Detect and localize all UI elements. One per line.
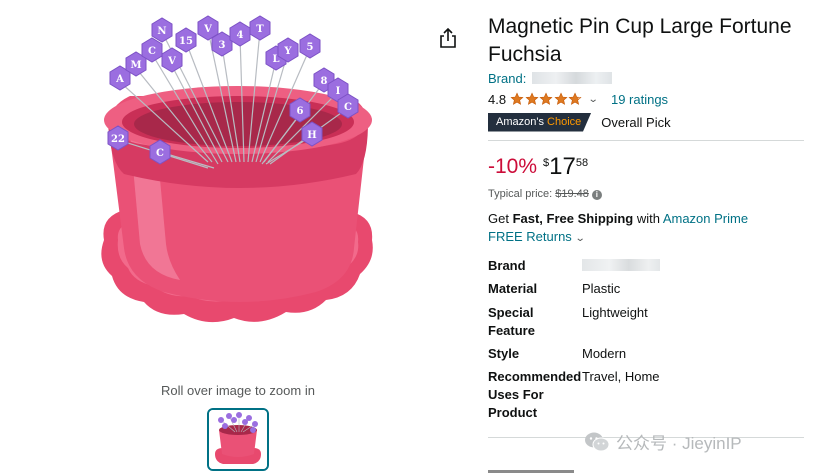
amazon-prime-link[interactable]: Amazon Prime <box>663 211 748 226</box>
brand-label: Brand: <box>488 71 530 86</box>
spec-value <box>582 257 660 275</box>
watermark-text: 公众号 · JieyinIP <box>616 434 742 453</box>
svg-text:8: 8 <box>321 76 328 87</box>
price-fraction: 58 <box>575 157 589 169</box>
svg-text:M: M <box>130 60 141 71</box>
shipping-prefix: Get <box>488 211 513 226</box>
star-icon <box>510 92 524 105</box>
spec-key: Style <box>488 346 520 361</box>
svg-text:T: T <box>256 24 264 35</box>
shipping-line: Get Fast, Free Shipping with Amazon Prim… <box>488 211 748 226</box>
typical-price-label: Typical price: <box>488 188 556 200</box>
svg-text:Y: Y <box>283 46 292 57</box>
svg-text:4: 4 <box>237 30 244 41</box>
divider <box>488 140 804 141</box>
star-icon <box>568 92 582 105</box>
star-icon <box>539 92 553 105</box>
svg-text:V: V <box>167 56 176 67</box>
discount-percent: -10% <box>488 155 538 178</box>
spec-value: Plastic <box>582 281 621 296</box>
watermark: 公众号 · JieyinIP <box>584 429 742 454</box>
product-title: Magnetic Pin Cup Large Fortune Fuchsia <box>488 15 792 66</box>
typical-price: Typical price: $19.48 i <box>488 188 602 200</box>
svg-text:5: 5 <box>307 42 314 53</box>
amazons-choice-badge[interactable]: Amazon's Choice <box>488 112 592 132</box>
svg-text:A: A <box>115 74 124 85</box>
spec-value: Travel, Home <box>582 369 660 384</box>
svg-text:22: 22 <box>111 134 125 145</box>
spec-key: Brand <box>488 258 526 273</box>
overall-pick-label: Overall Pick <box>601 114 671 130</box>
badge-suffix: Choice <box>547 115 582 128</box>
svg-text:C: C <box>148 46 156 57</box>
image-gallery: AMC V N 15 V34 TLY 58I C6H 22 C Roll over i… <box>0 0 440 474</box>
svg-text:6: 6 <box>297 106 304 117</box>
brand-link[interactable]: Brand: <box>488 71 612 86</box>
rating-value: 4.8 <box>488 91 507 107</box>
svg-text:C: C <box>344 102 352 113</box>
price-whole: 17 <box>549 153 576 180</box>
spec-value: Lightweight <box>582 305 648 320</box>
choice-row: Amazon's Choice Overall Pick <box>488 112 671 132</box>
star-rating-icons[interactable] <box>510 92 583 106</box>
svg-text:I: I <box>336 86 341 97</box>
star-icon <box>525 92 539 105</box>
svg-text:3: 3 <box>219 40 226 51</box>
wechat-icon <box>585 432 610 451</box>
svg-text:L: L <box>272 54 279 65</box>
star-icon <box>554 92 568 105</box>
typical-price-value: $19.48 <box>555 188 589 200</box>
price-block: -10% $ 17 58 <box>488 153 588 181</box>
svg-text:V: V <box>203 24 212 35</box>
svg-text:H: H <box>307 130 316 141</box>
svg-text:C: C <box>156 148 164 159</box>
svg-text:N: N <box>157 26 166 37</box>
badge-prefix: Amazon's <box>496 115 548 128</box>
info-icon[interactable]: i <box>591 190 602 200</box>
shipping-middle: with <box>633 211 663 226</box>
free-returns-link[interactable]: FREE Returns ⌄ <box>488 229 586 244</box>
product-main-image[interactable]: AMC VN15 V34 TLY 58I C6H 22C <box>90 12 386 374</box>
zoom-hint: Roll over image to zoom in <box>161 383 315 398</box>
free-returns-label: FREE Returns <box>488 229 572 244</box>
spec-key: Special Feature <box>488 305 535 338</box>
share-icon[interactable] <box>438 27 458 49</box>
cut-off-heading <box>488 464 578 474</box>
redacted-brand-value <box>582 259 660 271</box>
rating-chevron-icon[interactable]: ⌄ <box>587 94 598 105</box>
spec-key: Material <box>488 281 538 296</box>
returns-chevron-icon: ⌄ <box>574 233 586 244</box>
shipping-bold: Fast, Free Shipping <box>512 211 634 226</box>
thumbnail-image[interactable] <box>207 408 269 471</box>
redacted-brand <box>531 72 612 84</box>
ratings-count-link[interactable]: 19 ratings <box>611 92 668 107</box>
spec-value: Modern <box>582 346 627 361</box>
spec-key: Recommended Uses For Product <box>488 369 582 420</box>
rating-row: 4.8 ⌄ 19 ratings <box>488 90 668 108</box>
svg-text:15: 15 <box>179 36 193 47</box>
